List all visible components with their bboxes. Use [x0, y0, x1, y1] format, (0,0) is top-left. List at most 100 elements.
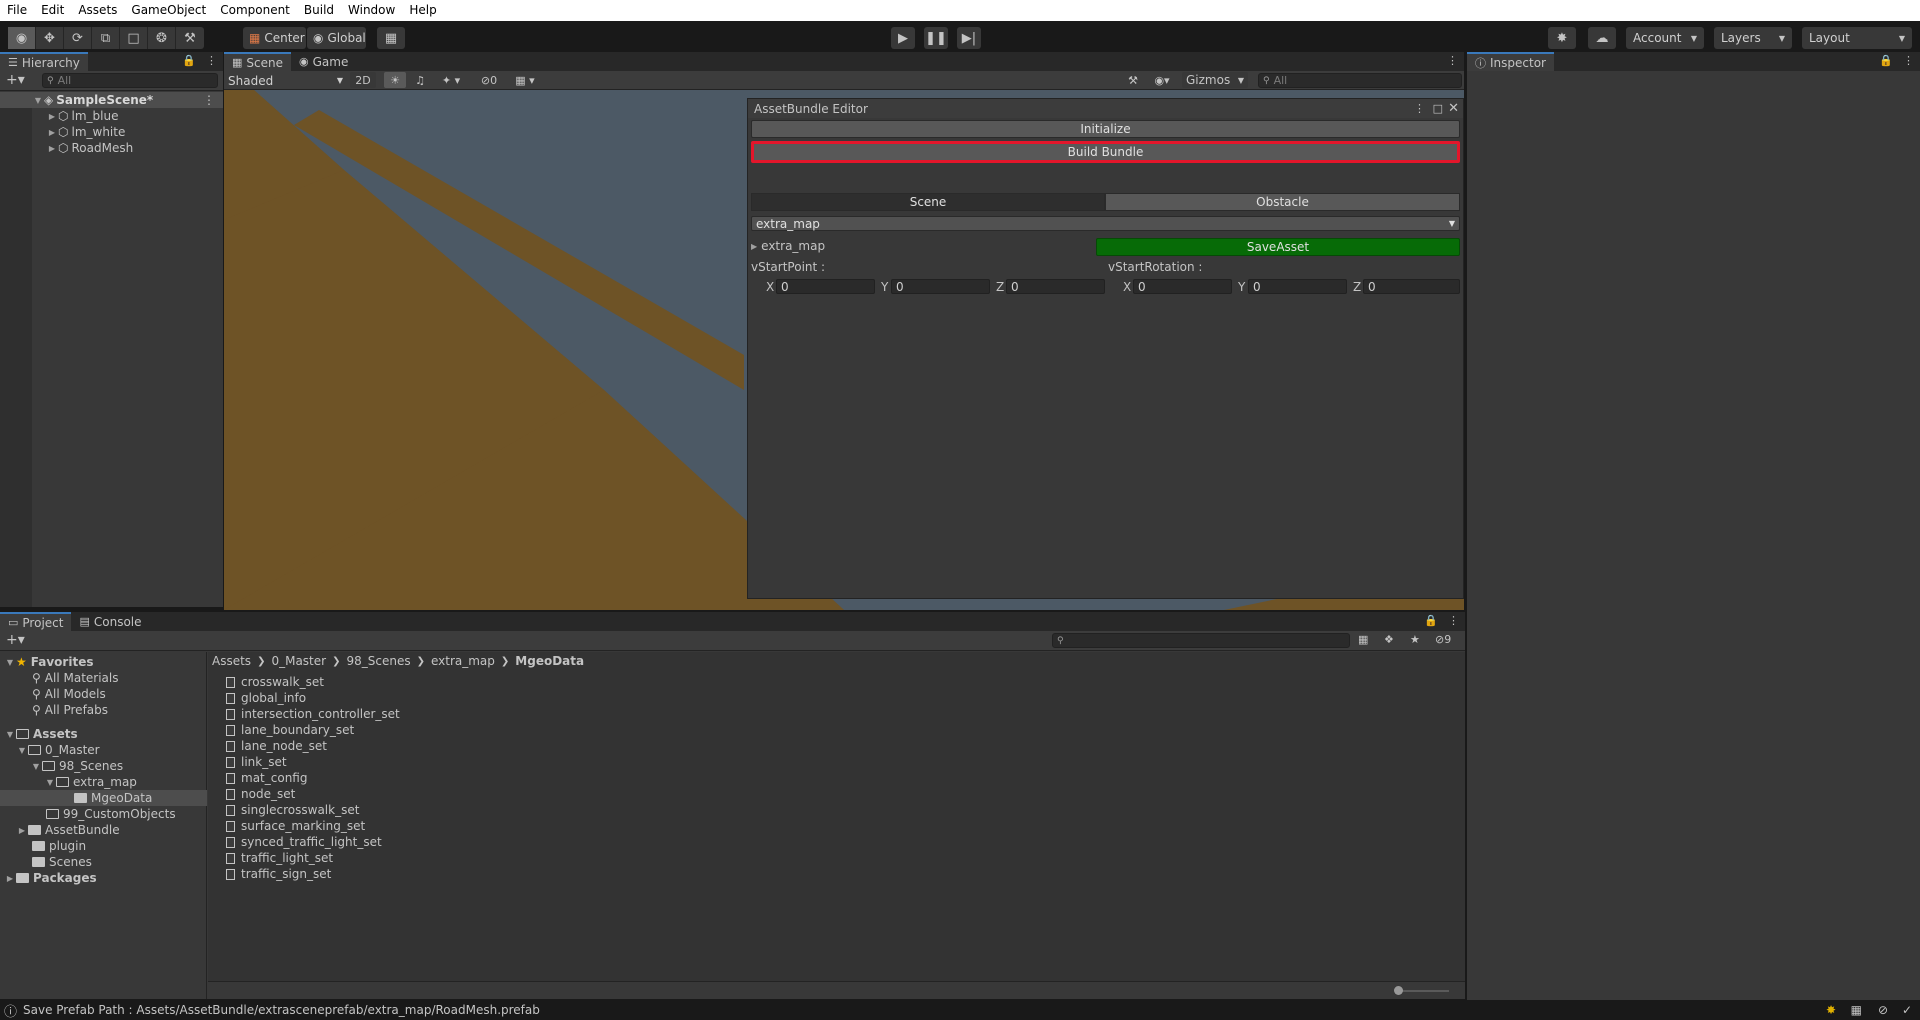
hierarchy-item[interactable]: ▶ ⬡ lm_white — [0, 124, 223, 140]
gizmos-dropdown[interactable]: Gizmos ▼ — [1182, 72, 1248, 88]
folder-row[interactable]: Scenes — [32, 854, 92, 870]
debug-mode-icon[interactable]: ⊘ — [1878, 1003, 1888, 1017]
mode-2d-toggle[interactable]: 2D — [350, 72, 376, 88]
file-item[interactable]: lane_node_set — [226, 738, 327, 754]
rect-tool-icon[interactable]: □ — [120, 27, 148, 49]
lock-icon[interactable]: 🔒 — [1879, 54, 1893, 67]
start-point-z-field[interactable]: 0 — [1006, 279, 1105, 294]
hidden-objects-toggle[interactable]: ⊘ 0 — [474, 72, 504, 88]
folder-row[interactable]: ▼ 98_Scenes — [30, 758, 123, 774]
hierarchy-item[interactable]: ▶ ⬡ RoadMesh — [0, 140, 223, 156]
account-dropdown[interactable]: Account ▼ — [1626, 27, 1704, 49]
move-tool-icon[interactable]: ✥ — [36, 27, 64, 49]
expand-arrow-icon[interactable]: ▼ — [16, 746, 28, 755]
expand-arrow-icon[interactable]: ▶ — [46, 144, 58, 153]
effects-icon[interactable]: ✦ ▾ — [434, 72, 468, 88]
file-item[interactable]: mat_config — [226, 770, 307, 786]
segment-obstacle[interactable]: Obstacle — [1105, 193, 1460, 211]
expand-arrow-icon[interactable]: ▼ — [30, 762, 42, 771]
tab-hierarchy[interactable]: ☰ Hierarchy — [0, 52, 88, 71]
layers-dropdown[interactable]: Layers ▼ — [1714, 27, 1792, 49]
kebab-menu-icon[interactable]: ⋮ — [1448, 614, 1459, 627]
expand-arrow-icon[interactable]: ▼ — [44, 778, 56, 787]
expand-arrow-icon[interactable]: ▼ — [4, 658, 16, 667]
kebab-menu-icon[interactable]: ⋮ — [203, 93, 215, 107]
file-item[interactable]: intersection_controller_set — [226, 706, 400, 722]
check-icon[interactable]: ✓ — [1902, 1003, 1912, 1017]
hierarchy-item[interactable]: ▶ ⬡ lm_blue — [0, 108, 223, 124]
layout-dropdown[interactable]: Layout ▼ — [1802, 27, 1912, 49]
icon-size-slider-track[interactable] — [1397, 990, 1449, 992]
breadcrumb-item[interactable]: Assets — [212, 654, 251, 668]
breadcrumb-item[interactable]: extra_map — [431, 654, 495, 668]
menu-window[interactable]: Window — [341, 0, 402, 21]
step-icon[interactable]: ▶| — [957, 27, 981, 49]
favorite-item[interactable]: ⚲ All Materials — [32, 670, 119, 686]
segment-scene[interactable]: Scene — [751, 193, 1105, 211]
scale-tool-icon[interactable]: ⧉ — [92, 27, 120, 49]
tab-project[interactable]: ▭ Project — [0, 612, 72, 631]
status-message[interactable]: Save Prefab Path : Assets/AssetBundle/ex… — [23, 1003, 540, 1017]
expand-arrow-icon[interactable]: ▶ — [4, 874, 16, 883]
start-rotation-z-field[interactable]: 0 — [1363, 279, 1460, 294]
tab-game[interactable]: ◉ Game — [291, 52, 356, 71]
scene-search-input[interactable]: ⚲ All — [1258, 73, 1462, 88]
expand-arrow-icon[interactable]: ▼ — [32, 96, 44, 105]
menu-edit[interactable]: Edit — [34, 0, 71, 21]
expand-arrow-icon[interactable]: ▶ — [46, 112, 58, 121]
transform-tool-icon[interactable]: ❂ — [148, 27, 176, 49]
start-point-y-field[interactable]: 0 — [891, 279, 990, 294]
project-search-input[interactable]: ⚲ — [1052, 633, 1350, 648]
folder-row[interactable]: 99_CustomObjects — [46, 806, 176, 822]
favorite-item[interactable]: ⚲ All Prefabs — [32, 702, 108, 718]
kebab-menu-icon[interactable]: ⋮ — [1903, 54, 1914, 67]
folder-row[interactable]: plugin — [32, 838, 86, 854]
grid-toggle-icon[interactable]: ▦ ▾ — [508, 72, 542, 88]
folder-row[interactable]: ▶ AssetBundle — [16, 822, 120, 838]
tab-scene[interactable]: ▦ Scene — [224, 52, 291, 71]
menu-help[interactable]: Help — [402, 0, 443, 21]
space-toggle[interactable]: ◉ Global — [307, 27, 366, 49]
assets-root-row[interactable]: ▼ Assets — [4, 726, 78, 742]
build-bundle-button[interactable]: Build Bundle — [751, 141, 1460, 163]
breadcrumb-item[interactable]: 98_Scenes — [346, 654, 410, 668]
tab-console[interactable]: ▤ Console — [71, 612, 149, 631]
lock-icon[interactable]: 🔒 — [1424, 614, 1438, 627]
file-item[interactable]: singlecrosswalk_set — [226, 802, 359, 818]
breadcrumb-current[interactable]: MgeoData — [515, 654, 584, 668]
expand-arrow-icon[interactable]: ▶ — [16, 826, 28, 835]
kebab-menu-icon[interactable]: ⋮ — [206, 54, 217, 67]
lighting-icon[interactable]: ☀ — [384, 72, 406, 88]
save-asset-button[interactable]: SaveAsset — [1096, 238, 1460, 256]
filter-by-label-icon[interactable]: ❖ — [1384, 633, 1394, 646]
start-rotation-y-field[interactable]: 0 — [1248, 279, 1347, 294]
view-tool-icon[interactable]: ◉ — [8, 27, 36, 49]
shading-mode-dropdown[interactable]: Shaded ▼ — [228, 73, 343, 88]
add-icon[interactable]: +▾ — [6, 632, 25, 648]
file-item[interactable]: surface_marking_set — [226, 818, 365, 834]
custom-tool-icon[interactable]: ⚒ — [176, 27, 204, 49]
rotate-tool-icon[interactable]: ⟳ — [64, 27, 92, 49]
maximize-icon[interactable]: □ — [1433, 102, 1443, 115]
filter-by-type-icon[interactable]: ▦ — [1358, 633, 1368, 646]
pivot-toggle[interactable]: ▦ Center — [243, 27, 306, 49]
file-item[interactable]: traffic_sign_set — [226, 866, 331, 882]
close-icon[interactable]: ✕ — [1448, 101, 1459, 116]
menu-gameobject[interactable]: GameObject — [124, 0, 213, 21]
progress-spinner-icon[interactable]: ✸ — [1826, 1003, 1836, 1017]
favorite-star-icon[interactable]: ★ — [1410, 633, 1420, 646]
cloud-icon[interactable]: ☁ — [1588, 27, 1616, 49]
start-rotation-x-field[interactable]: 0 — [1133, 279, 1232, 294]
map-foldout[interactable]: ▶ extra_map — [751, 239, 825, 253]
menu-build[interactable]: Build — [297, 0, 341, 21]
folder-row-selected[interactable]: MgeoData — [0, 790, 207, 806]
file-item[interactable]: crosswalk_set — [226, 674, 324, 690]
tab-inspector[interactable]: ⓘ Inspector — [1467, 52, 1554, 71]
menu-file[interactable]: File — [0, 0, 34, 21]
tools-icon[interactable]: ⚒ — [1124, 72, 1142, 88]
menu-assets[interactable]: Assets — [71, 0, 124, 21]
file-item[interactable]: node_set — [226, 786, 295, 802]
collab-icon[interactable]: ✸ — [1548, 27, 1576, 49]
expand-arrow-icon[interactable]: ▼ — [4, 730, 16, 739]
folder-row[interactable]: ▼ 0_Master — [16, 742, 100, 758]
